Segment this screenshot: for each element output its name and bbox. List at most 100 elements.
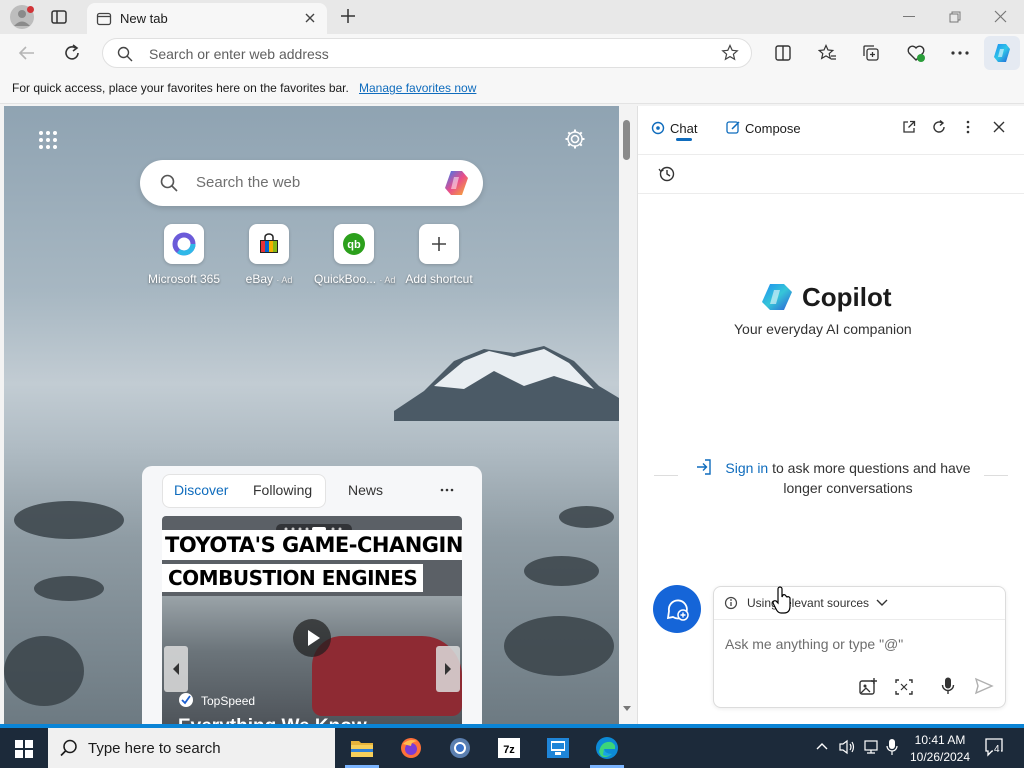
shortcut-microsoft-365[interactable]: Microsoft 365 [144,224,224,286]
volume-icon[interactable] [838,739,856,755]
shortcut-label: QuickBoo... [314,272,377,286]
copilot-button[interactable] [984,36,1020,70]
page-settings-icon[interactable] [564,128,586,150]
send-icon[interactable] [974,677,994,695]
remote-desktop-icon[interactable] [544,734,572,762]
play-button[interactable] [293,619,331,657]
shortcut-ebay[interactable]: eBay · Ad [229,224,309,286]
divider [984,475,1008,476]
copilot-title: Copilot [802,282,892,312]
feed-more-icon[interactable] [440,488,454,492]
tab-compose[interactable]: Compose [745,121,801,136]
windows-icon [15,740,33,758]
restore-button[interactable] [949,11,961,23]
apps-launcher-icon[interactable] [38,130,58,150]
background-rock [559,506,614,528]
video-card[interactable]: TOYOTA'S GAME-CHANGING NE COMBUSTION ENG… [162,516,462,724]
microphone-tray-icon[interactable] [886,738,898,756]
sign-in-icon [695,458,713,476]
history-icon[interactable] [658,165,676,183]
show-hidden-icons-icon[interactable] [816,742,828,750]
address-bar[interactable]: Search or enter web address [102,38,752,68]
system-clock[interactable]: 10:41 AM 10/26/2024 [905,732,975,766]
favorites-icon[interactable] [818,44,836,62]
screenshot-icon[interactable] [894,678,914,696]
video-next-button[interactable] [436,646,460,692]
pane-more-icon[interactable] [966,120,970,134]
profile-alert-dot [27,6,34,13]
refresh-button[interactable] [62,43,82,63]
add-shortcut-icon [419,224,459,264]
feed-tab-following[interactable]: Following [253,482,312,498]
browser-essentials-icon[interactable] [906,43,926,63]
svg-text:qb: qb [347,239,361,251]
video-teaser: Everything We Know [178,716,367,724]
clock-time: 10:41 AM [914,733,966,747]
chevron-right-icon [445,663,451,675]
open-in-new-tab-icon[interactable] [902,120,916,134]
profile-avatar[interactable] [10,5,34,29]
sources-dropdown[interactable]: Using relevant sources [747,596,869,610]
tab-actions-icon[interactable] [50,8,68,26]
back-button[interactable] [18,44,36,62]
shortcut-label: Microsoft 365 [147,272,221,286]
taskbar-search[interactable]: Type here to search [48,728,335,768]
new-tab-button[interactable] [340,8,356,24]
video-prev-button[interactable] [164,646,188,692]
active-tab-indicator [676,138,692,141]
shortcut-quickbooks[interactable]: qb QuickBoo... · Ad [314,224,396,286]
page-scrollbar[interactable] [621,106,633,724]
scroll-down-icon[interactable] [623,706,631,712]
divider [638,154,1024,155]
shortcut-add[interactable]: Add shortcut [399,224,479,286]
favorites-bar-message: For quick access, place your favorites h… [12,81,349,95]
notifications-button[interactable]: 4 [984,737,1006,757]
file-explorer-icon[interactable] [348,734,376,762]
sign-in-link[interactable]: Sign in [725,460,768,476]
split-screen-icon[interactable] [774,44,792,62]
feed-tab-discover[interactable]: Discover [174,482,228,498]
7zip-icon[interactable]: 7z [495,734,523,762]
notification-count: 4 [993,744,1001,755]
web-search-placeholder: Search the web [196,174,301,191]
new-tab-icon [96,11,112,27]
network-icon[interactable] [862,739,880,755]
search-icon [117,46,133,62]
background-rock [34,576,104,601]
manage-favorites-link[interactable]: Manage favorites now [359,81,476,95]
more-options-icon[interactable] [951,51,969,55]
tab-title: New tab [120,11,168,26]
plus-icon [341,9,355,23]
edge-icon[interactable] [593,734,621,762]
close-window-button[interactable] [994,10,1007,23]
refresh-icon [65,44,79,60]
web-search-box[interactable]: Search the web [140,160,483,206]
minimize-button[interactable] [903,16,915,17]
close-pane-icon[interactable] [993,121,1005,133]
chrome-like-icon[interactable] [446,734,474,762]
shortcut-ad-label: · Ad [379,275,396,285]
background-mountain [394,346,619,421]
start-button[interactable] [15,740,33,758]
new-topic-button[interactable] [653,585,701,633]
close-tab-icon[interactable] [303,11,317,25]
refresh-icon[interactable] [931,119,947,135]
play-icon [308,630,320,646]
chat-input-box[interactable]: Using relevant sources Ask me anything o… [713,586,1006,708]
copilot-logo-icon [760,282,794,312]
search-icon [160,174,178,192]
tab-chat[interactable]: Chat [670,121,697,136]
divider [714,619,1005,620]
chevron-down-icon[interactable] [876,599,888,607]
favorite-star-icon[interactable] [721,44,739,62]
firefox-icon[interactable] [397,734,425,762]
copilot-search-icon[interactable] [442,169,472,197]
collections-icon[interactable] [862,44,880,62]
scrollbar-thumb[interactable] [623,120,630,160]
microphone-icon[interactable] [940,676,956,696]
feed-tab-news[interactable]: News [348,482,383,498]
background-rock [504,616,614,676]
tab-new-tab[interactable]: New tab [87,3,327,34]
chat-input-placeholder[interactable]: Ask me anything or type "@" [725,636,903,652]
add-image-icon[interactable] [858,677,878,697]
